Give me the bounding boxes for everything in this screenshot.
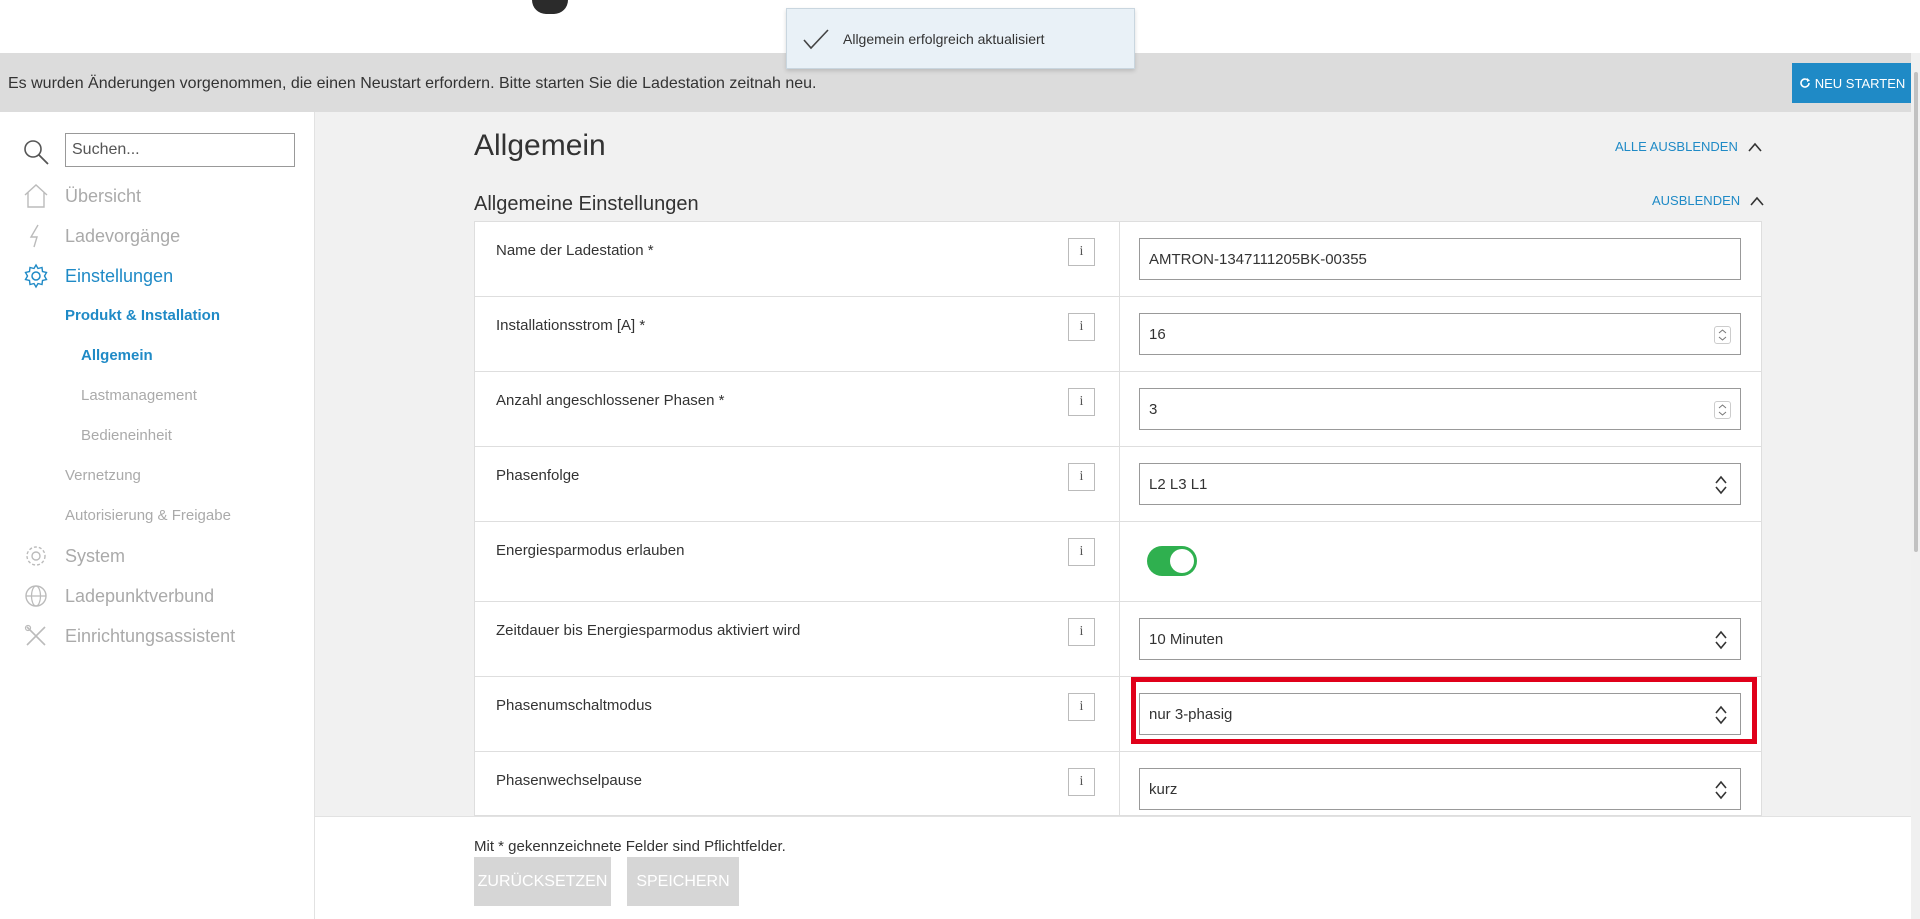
page-title: Allgemein	[474, 129, 606, 162]
column-divider	[1119, 222, 1120, 296]
sidebar-item-produkt-installation[interactable]: Produkt & Installation	[65, 307, 220, 324]
collapse-all-label: ALLE AUSBLENDEN	[1615, 139, 1738, 154]
field-value: AMTRON-1347111205BK-00355	[1149, 250, 1367, 268]
field-value: 16	[1149, 325, 1166, 343]
info-button[interactable]: i	[1068, 618, 1095, 646]
field-value: 10 Minuten	[1149, 630, 1224, 648]
column-divider	[1119, 677, 1120, 751]
collapse-all-button[interactable]: ALLE AUSBLENDEN	[1615, 139, 1762, 154]
field-value: kurz	[1149, 780, 1178, 798]
installation-current-stepper[interactable]: 16	[1139, 313, 1741, 355]
restart-button-label: NEU STARTEN	[1814, 75, 1906, 91]
station-name-input[interactable]: AMTRON-1347111205BK-00355	[1139, 238, 1741, 280]
sidebar-item-autorisierung[interactable]: Autorisierung & Freigabe	[65, 507, 231, 524]
sidebar-item-label: Ladevorgänge	[65, 225, 181, 246]
energy-saving-delay-select[interactable]: 10 Minuten	[1139, 618, 1741, 660]
info-button[interactable]: i	[1068, 388, 1095, 416]
info-button[interactable]: i	[1068, 313, 1095, 341]
toast-message: Allgemein erfolgreich aktualisiert	[843, 30, 1045, 47]
column-divider	[1119, 522, 1120, 601]
info-button[interactable]: i	[1068, 693, 1095, 721]
form-row-name: Name der Ladestation * i AMTRON-13471112…	[475, 222, 1761, 297]
energy-saving-toggle[interactable]	[1147, 546, 1197, 576]
sidebar-item-allgemein[interactable]: Allgemein	[81, 347, 153, 364]
sidebar-item-label: Einstellungen	[65, 265, 174, 286]
select-arrows-icon	[1715, 780, 1727, 800]
system-gear-icon	[22, 542, 50, 570]
spinner-icon[interactable]	[1714, 326, 1731, 344]
form-row-phasenumschaltmodus: Phasenumschaltmodus i nur 3-phasig	[475, 677, 1761, 752]
success-toast: Allgemein erfolgreich aktualisiert	[786, 8, 1135, 69]
field-label: Phasenwechselpause	[496, 772, 642, 789]
form-footer: Mit * gekennzeichnete Felder sind Pflich…	[315, 816, 1911, 919]
save-button[interactable]: SPEICHERN	[627, 857, 739, 906]
field-label: Name der Ladestation *	[496, 242, 654, 259]
scrollbar-thumb[interactable]	[1914, 72, 1918, 552]
field-label: Installationsstrom [A] *	[496, 317, 646, 334]
lightning-icon	[22, 222, 50, 250]
spinner-icon[interactable]	[1714, 401, 1731, 419]
toggle-knob	[1170, 549, 1194, 573]
sidebar-item-label: Einrichtungsassistent	[65, 625, 236, 646]
globe-icon	[22, 582, 50, 610]
sidebar-item-label: Übersicht	[65, 185, 142, 206]
search-icon[interactable]	[22, 138, 50, 166]
phase-switch-mode-select[interactable]: nur 3-phasig	[1139, 693, 1741, 735]
column-divider	[1119, 447, 1120, 521]
info-button[interactable]: i	[1068, 768, 1095, 796]
required-fields-note: Mit * gekennzeichnete Felder sind Pflich…	[474, 838, 786, 855]
collapse-section-label: AUSBLENDEN	[1652, 193, 1741, 208]
form-row-phasenwechselpause: Phasenwechselpause i kurz	[475, 752, 1761, 815]
settings-form: Name der Ladestation * i AMTRON-13471112…	[474, 221, 1762, 816]
info-button[interactable]: i	[1068, 238, 1095, 266]
field-value: nur 3-phasig	[1149, 705, 1233, 723]
select-arrows-icon	[1715, 475, 1727, 495]
phase-count-stepper[interactable]: 3	[1139, 388, 1741, 430]
column-divider	[1119, 372, 1120, 446]
sidebar-item-lastmanagement[interactable]: Lastmanagement	[81, 387, 197, 404]
info-button[interactable]: i	[1068, 538, 1095, 566]
chevron-up-icon	[1748, 142, 1762, 152]
field-value: L2 L3 L1	[1149, 475, 1208, 493]
chevron-up-icon	[1750, 196, 1764, 206]
restart-notice-text: Es wurden Änderungen vorgenommen, die ei…	[8, 75, 817, 92]
collapse-section-button[interactable]: AUSBLENDEN	[1652, 193, 1764, 208]
search-input[interactable]	[65, 133, 295, 167]
field-value: 3	[1149, 400, 1158, 418]
sidebar-item-label: System	[65, 545, 126, 566]
form-row-zeitdauer: Zeitdauer bis Energiesparmodus aktiviert…	[475, 602, 1761, 677]
form-row-energiesparmodus: Energiesparmodus erlauben i	[475, 522, 1761, 602]
reset-button[interactable]: ZURÜCKSETZEN	[474, 857, 611, 906]
checkmark-icon	[803, 28, 829, 49]
form-row-phasen: Anzahl angeschlossener Phasen * i 3	[475, 372, 1761, 447]
select-arrows-icon	[1715, 705, 1727, 725]
phase-sequence-select[interactable]: L2 L3 L1	[1139, 463, 1741, 505]
logo	[532, 0, 568, 14]
sidebar-item-label: Ladepunktverbund	[65, 585, 215, 606]
column-divider	[1119, 752, 1120, 815]
field-label: Phasenumschaltmodus	[496, 697, 652, 714]
section-title: Allgemeine Einstellungen	[474, 193, 699, 215]
phase-change-pause-select[interactable]: kurz	[1139, 768, 1741, 810]
column-divider	[1119, 602, 1120, 676]
field-label: Energiesparmodus erlauben	[496, 542, 685, 559]
gear-icon	[22, 262, 50, 290]
field-label: Zeitdauer bis Energiesparmodus aktiviert…	[496, 622, 801, 639]
restart-button[interactable]: NEU STARTEN	[1792, 63, 1912, 103]
tools-icon	[22, 622, 50, 650]
sidebar-item-bedieneinheit[interactable]: Bedieneinheit	[81, 427, 172, 444]
field-label: Phasenfolge	[496, 467, 580, 484]
field-label: Anzahl angeschlossener Phasen *	[496, 392, 725, 409]
home-icon	[22, 182, 50, 210]
form-row-installationsstrom: Installationsstrom [A] * i 16	[475, 297, 1761, 372]
info-button[interactable]: i	[1068, 463, 1095, 491]
form-row-phasenfolge: Phasenfolge i L2 L3 L1	[475, 447, 1761, 522]
column-divider	[1119, 297, 1120, 371]
select-arrows-icon	[1715, 630, 1727, 650]
sidebar-item-vernetzung[interactable]: Vernetzung	[65, 467, 141, 484]
refresh-icon	[1799, 78, 1810, 88]
